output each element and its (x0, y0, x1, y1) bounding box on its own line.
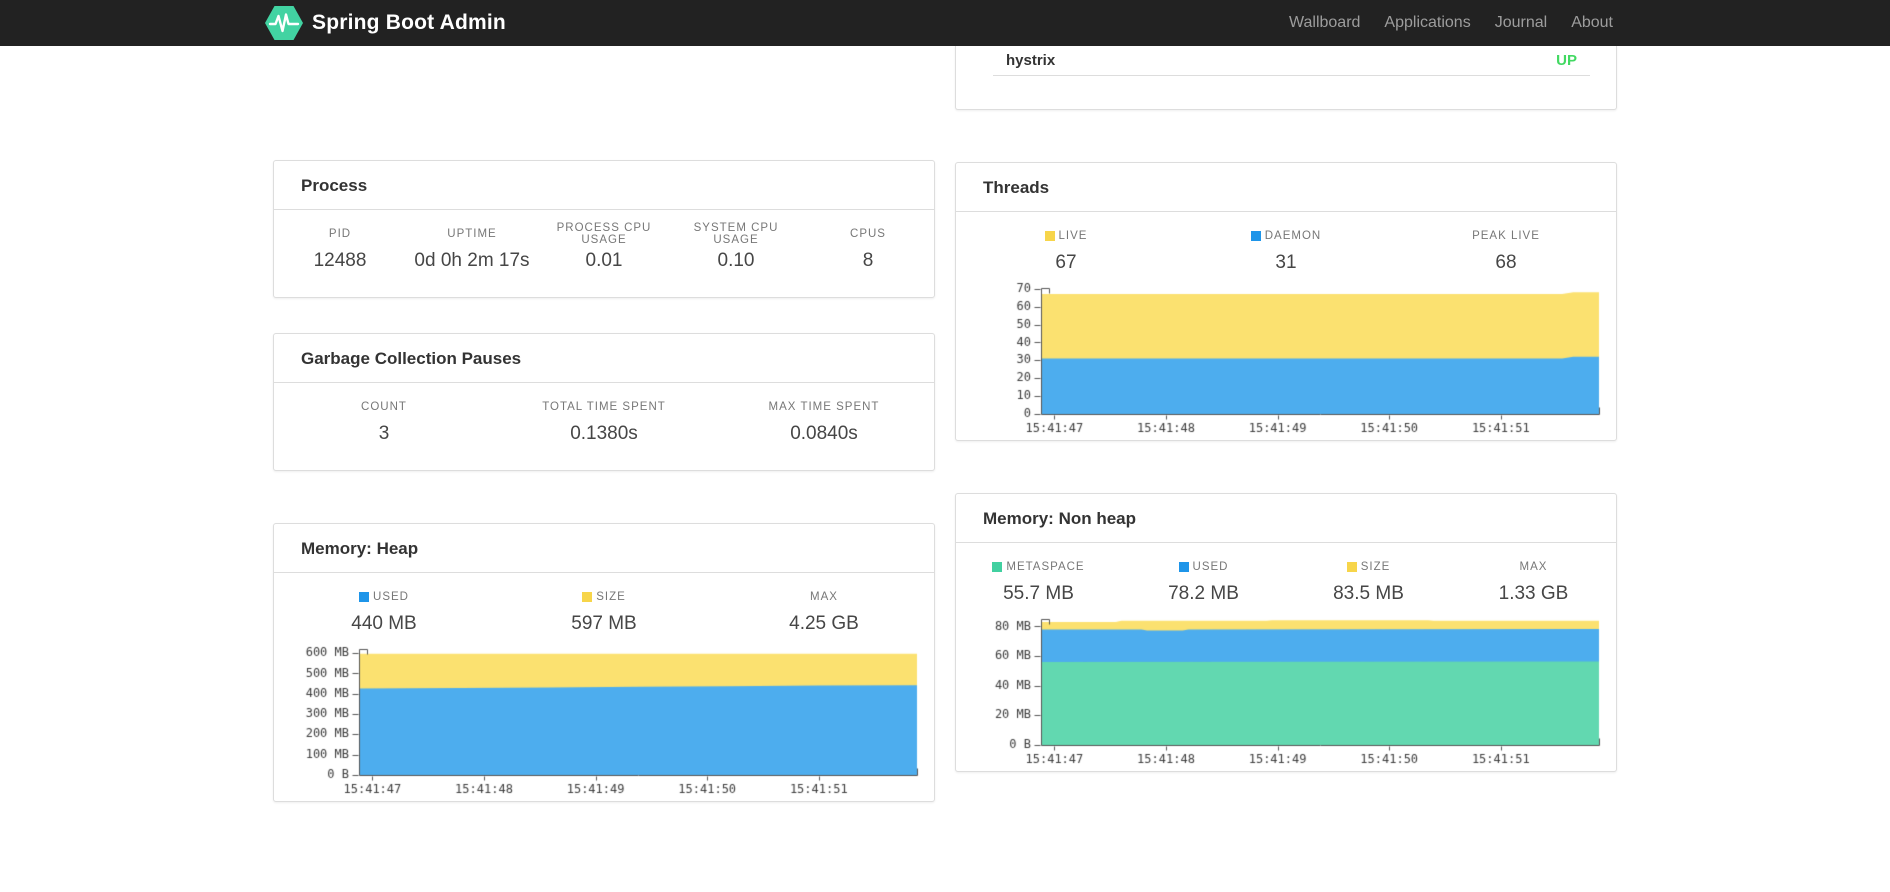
stat-heap-size: SIZE 597 MB (494, 590, 714, 635)
memory-heap-chart (287, 643, 923, 801)
memory-nonheap-card-title: Memory: Non heap (956, 494, 1616, 543)
stat-label: SYSTEM CPU USAGE (693, 222, 779, 246)
stat-gc-count: COUNT 3 (274, 400, 494, 445)
nav-link-journal[interactable]: Journal (1483, 0, 1559, 46)
stat-value: 1.33 GB (1498, 583, 1569, 604)
live-legend-swatch (1044, 231, 1055, 241)
stat-label: SIZE (596, 591, 626, 603)
brand-title: Spring Boot Admin (312, 11, 506, 34)
top-navbar: Spring Boot Admin Wallboard Applications… (0, 0, 1890, 46)
nav-link-applications[interactable]: Applications (1372, 0, 1482, 46)
daemon-legend-swatch (1250, 231, 1261, 241)
gc-pauses-card: Garbage Collection Pauses COUNT 3 TOTAL … (273, 333, 935, 471)
stat-label: USED (373, 591, 409, 603)
stat-pid: PID 12488 (274, 227, 406, 272)
stat-label: SIZE (1360, 561, 1391, 573)
application-status-card: hystrix UP (955, 46, 1617, 110)
stat-threads-peak-live: PEAK LIVE 68 (1396, 229, 1616, 274)
stat-label: METASPACE (1006, 561, 1085, 573)
stat-value: 8 (862, 250, 874, 271)
stat-threads-live: LIVE 67 (956, 229, 1176, 274)
stat-value: 0.10 (717, 250, 755, 271)
stat-value: 0.1380s (570, 423, 638, 444)
stat-value: 78.2 MB (1168, 583, 1239, 604)
stat-heap-used: USED 440 MB (274, 590, 494, 635)
memory-heap-stats: USED 440 MB SIZE 597 MB MAX 4.25 GB (274, 573, 934, 635)
memory-heap-card-title: Memory: Heap (274, 524, 934, 573)
gc-stats: COUNT 3 TOTAL TIME SPENT 0.1380s MAX TIM… (274, 383, 934, 445)
brand-home-link[interactable]: Spring Boot Admin (265, 6, 506, 40)
stat-uptime: UPTIME 0d 0h 2m 17s (406, 227, 538, 272)
size-legend-swatch (582, 592, 593, 602)
process-card-title: Process (274, 161, 934, 210)
stat-value: 67 (1055, 252, 1077, 273)
stat-label: MAX (1519, 561, 1548, 573)
threads-stats: LIVE 67 DAEMON 31 PEAK LIVE 68 (956, 212, 1616, 274)
gc-card-title: Garbage Collection Pauses (274, 334, 934, 383)
stat-value: 55.7 MB (1003, 583, 1074, 604)
stat-cpus: CPUS 8 (802, 227, 934, 272)
stat-heap-max: MAX 4.25 GB (714, 590, 934, 635)
left-column: Process PID 12488 UPTIME 0d 0h 2m 17s PR… (273, 160, 935, 802)
memory-nonheap-stats: METASPACE 55.7 MB USED 78.2 MB SIZE 83.5… (956, 543, 1616, 605)
stat-label: PROCESS CPU USAGE (556, 222, 652, 246)
nav-link-wallboard[interactable]: Wallboard (1277, 0, 1372, 46)
used-legend-swatch (1178, 562, 1189, 572)
application-row-hystrix[interactable]: hystrix UP (993, 46, 1590, 76)
stat-label: CPUS (850, 228, 886, 240)
memory-nonheap-chart (969, 613, 1605, 771)
stat-value: 597 MB (571, 613, 637, 634)
stat-threads-daemon: DAEMON 31 (1176, 229, 1396, 274)
stat-label: MAX (810, 591, 838, 603)
stat-label: COUNT (361, 401, 407, 413)
stat-gc-total-time: TOTAL TIME SPENT 0.1380s (494, 400, 714, 445)
stat-value: 3 (378, 423, 390, 444)
stat-nonheap-used: USED 78.2 MB (1121, 560, 1286, 605)
stat-label: UPTIME (447, 228, 497, 240)
pulse-hexagon-logo-icon (265, 6, 303, 40)
application-status-badge: UP (1556, 52, 1577, 69)
process-stats: PID 12488 UPTIME 0d 0h 2m 17s PROCESS CP… (274, 210, 934, 272)
threads-card-title: Threads (956, 163, 1616, 212)
stat-value: 4.25 GB (789, 613, 859, 634)
memory-nonheap-card: Memory: Non heap METASPACE 55.7 MB USED … (955, 493, 1617, 772)
stat-system-cpu-usage: SYSTEM CPU USAGE 0.10 (670, 222, 802, 272)
stat-value: 68 (1495, 252, 1517, 273)
stat-value: 0.01 (585, 250, 623, 271)
stat-label: DAEMON (1264, 230, 1322, 242)
size-legend-swatch (1346, 562, 1357, 572)
threads-chart (969, 282, 1605, 440)
memory-heap-card: Memory: Heap USED 440 MB SIZE 597 MB MAX… (273, 523, 935, 802)
stat-value: 0.0840s (790, 423, 858, 444)
stat-label: LIVE (1058, 230, 1088, 242)
stat-process-cpu-usage: PROCESS CPU USAGE 0.01 (538, 222, 670, 272)
stat-label: PEAK LIVE (1472, 230, 1540, 242)
right-column: hystrix UP Threads LIVE 67 DAEMON 31 PEA… (955, 46, 1617, 772)
stat-label: TOTAL TIME SPENT (542, 401, 666, 413)
stat-nonheap-size: SIZE 83.5 MB (1286, 560, 1451, 605)
stat-nonheap-max: MAX 1.33 GB (1451, 560, 1616, 605)
stat-value: 0d 0h 2m 17s (414, 250, 530, 271)
stat-label: MAX TIME SPENT (768, 401, 880, 413)
stat-label: USED (1192, 561, 1229, 573)
stat-value: 440 MB (351, 613, 417, 634)
stat-gc-max-time: MAX TIME SPENT 0.0840s (714, 400, 934, 445)
application-name: hystrix (1006, 52, 1056, 69)
metaspace-legend-swatch (992, 562, 1003, 572)
nav-link-about[interactable]: About (1559, 0, 1625, 46)
stat-value: 12488 (313, 250, 367, 271)
main-content: Process PID 12488 UPTIME 0d 0h 2m 17s PR… (273, 0, 1617, 802)
stat-value: 31 (1275, 252, 1297, 273)
stat-label: PID (328, 228, 352, 240)
process-card: Process PID 12488 UPTIME 0d 0h 2m 17s PR… (273, 160, 935, 298)
stat-value: 83.5 MB (1333, 583, 1404, 604)
used-legend-swatch (359, 592, 370, 602)
navbar-links: Wallboard Applications Journal About (1277, 0, 1625, 46)
stat-nonheap-metaspace: METASPACE 55.7 MB (956, 560, 1121, 605)
threads-card: Threads LIVE 67 DAEMON 31 PEAK LIVE 68 (955, 162, 1617, 441)
